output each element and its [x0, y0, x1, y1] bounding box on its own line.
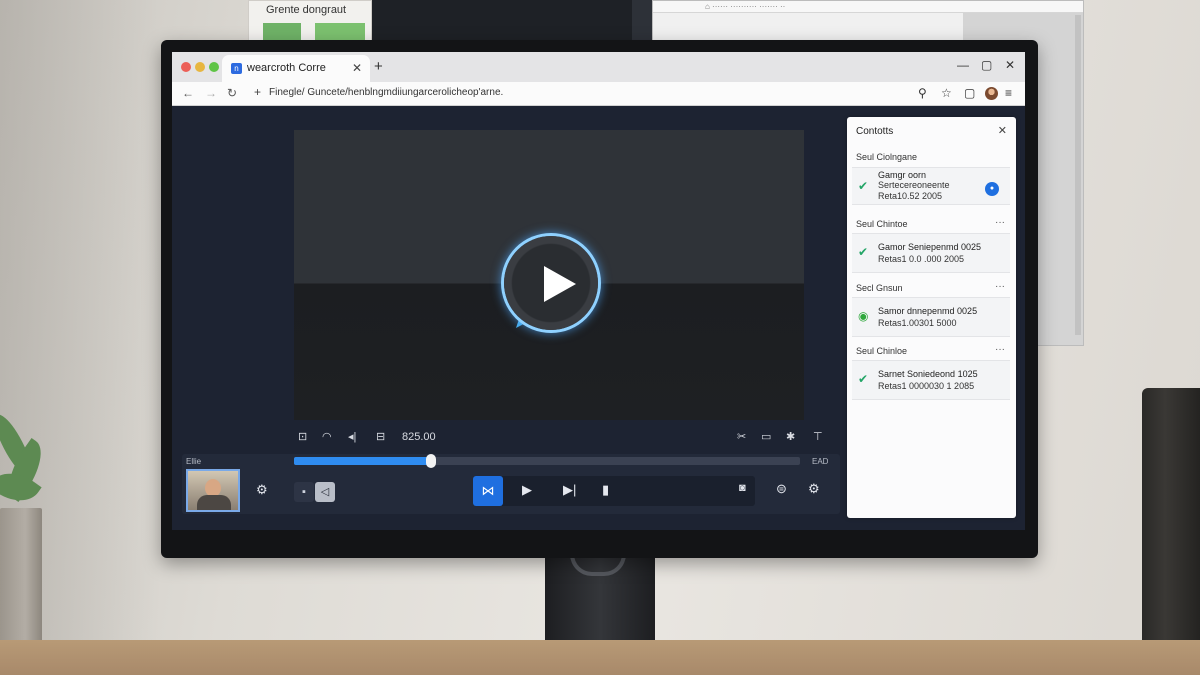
screenshot-icon[interactable]: ▪	[294, 482, 314, 502]
pip-icon[interactable]: ◁	[315, 482, 335, 502]
new-tab-icon[interactable]: +	[374, 58, 383, 75]
item-line: Retas1.00301 5000	[878, 318, 957, 328]
section-heading: Secl Gnsun	[856, 283, 903, 293]
time-display: 825.00	[402, 431, 436, 443]
background-device-edge	[632, 0, 654, 44]
play-icon[interactable]	[544, 266, 576, 302]
next-icon[interactable]: ▶|	[563, 482, 576, 498]
favicon-icon: n	[231, 63, 242, 74]
list-item[interactable]: ✔ Gamor Seniepenmd 0025 Retas1 0.0 .000 …	[852, 233, 1010, 273]
bluetooth-icon[interactable]: ✱	[786, 430, 795, 443]
item-line: Gamgr oorn	[878, 170, 927, 180]
section-heading: Seul Chinloe	[856, 346, 908, 356]
background-window-scrollbar	[1075, 15, 1081, 335]
forward-icon[interactable]: →	[205, 86, 217, 100]
restore-icon[interactable]: ▢	[981, 58, 992, 72]
background-device	[372, 0, 632, 44]
seek-handle[interactable]	[426, 454, 436, 468]
site-info-icon[interactable]: +	[254, 85, 261, 99]
tab-title: wearcroth Corre	[247, 62, 326, 74]
panel-close-icon[interactable]: ✕	[998, 124, 1007, 137]
tab-active[interactable]: n wearcroth Corre ✕	[222, 55, 370, 82]
previous-button[interactable]: ⋈	[473, 476, 503, 506]
pin-icon[interactable]: ⊤	[813, 430, 823, 443]
tab-strip: n wearcroth Corre ✕ + — ▢ ✕	[172, 52, 1025, 82]
player-label-left: Ellie	[186, 457, 202, 466]
desk	[0, 640, 1200, 675]
check-icon: ✔	[858, 372, 869, 386]
maximize-window-dot[interactable]	[209, 62, 219, 72]
close-icon[interactable]: ✕	[1005, 58, 1015, 72]
background-paper-title: Grente dongraut	[266, 4, 347, 16]
address-bar-row: ← → ↻ + Finegle/ Guncete/henblngmdiiunga…	[172, 82, 1025, 106]
section-more-icon[interactable]: ···	[995, 281, 1005, 292]
list-item[interactable]: ✔ Gamgr oorn Sertecereoneente Reta10.52 …	[852, 167, 1010, 205]
caption-icon[interactable]: ⊟	[376, 430, 385, 443]
item-line: Retas1 0.0 .000 2005	[878, 254, 965, 264]
item-line: Sertecereoneente	[878, 180, 950, 190]
playback-group	[473, 476, 755, 506]
video-thumbnail[interactable]	[186, 469, 240, 512]
tab-close-icon[interactable]: ✕	[352, 61, 362, 75]
profile-avatar[interactable]	[985, 87, 998, 100]
video-frame[interactable]	[294, 130, 804, 420]
scissors-icon[interactable]: ✂	[737, 430, 746, 443]
stop-icon[interactable]: ▮	[602, 482, 609, 498]
menu-icon[interactable]: ≡	[1005, 86, 1012, 100]
gear-icon[interactable]: ⚙	[808, 481, 820, 497]
check-icon: ✔	[858, 179, 869, 193]
item-line: Gamor Seniepenmd 0025	[878, 242, 982, 252]
bookmark-star-icon[interactable]: ☆	[941, 86, 952, 100]
section-more-icon[interactable]: ···	[995, 217, 1005, 228]
speaker	[1142, 388, 1200, 666]
plant-pot	[0, 508, 42, 658]
browser-window: n wearcroth Corre ✕ + — ▢ ✕ ← → ↻ + Fine…	[172, 52, 1025, 530]
seek-bar[interactable]	[294, 454, 800, 468]
panel-title: Contotts	[856, 126, 894, 137]
section-heading: Seul Chintoe	[856, 219, 908, 229]
check-icon: ✔	[858, 245, 869, 259]
reload-icon[interactable]: ↻	[227, 86, 237, 100]
close-window-dot[interactable]	[181, 62, 191, 72]
item-line: Reta10.52 2005	[878, 191, 943, 201]
play-small-icon[interactable]: ▶	[522, 482, 532, 498]
list-item[interactable]: ◉ Samor dnnepenmd 0025 Retas1.00301 5000	[852, 297, 1010, 337]
background-window-bar: ⌂ ······ ·········· ······· ··	[653, 1, 1083, 13]
seek-progress	[294, 457, 431, 465]
item-line: Retas1 0000030 1 2085	[878, 381, 975, 391]
minimize-icon[interactable]: —	[957, 58, 969, 72]
section-more-icon[interactable]: ···	[995, 344, 1005, 355]
thumbnail-body	[197, 495, 231, 510]
url-field[interactable]: + Finegle/ Guncete/henblngmdiiungarcerol…	[250, 84, 920, 103]
extensions-icon[interactable]: ▢	[964, 86, 975, 100]
url-text: Finegle/ Guncete/henblngmdiiungarcerolic…	[269, 87, 504, 98]
back-icon[interactable]: ←	[182, 86, 194, 100]
screen-icon[interactable]: ▭	[761, 430, 771, 443]
status-badge-icon: ●	[985, 182, 999, 196]
contents-panel: Contotts ✕ Seul Ciolngane ✔ Gamgr oorn S…	[847, 117, 1016, 518]
volume-icon[interactable]: ◂|	[348, 430, 356, 443]
search-icon[interactable]: ⚲	[918, 86, 927, 100]
section-heading: Seul Ciolngane	[856, 152, 918, 162]
shield-icon[interactable]: ◙	[739, 482, 746, 494]
minimize-window-dot[interactable]	[195, 62, 205, 72]
list-item[interactable]: ✔ Sarnet Soniedeond 1025 Retas1 0000030 …	[852, 360, 1010, 400]
background-paper: Grente dongraut	[248, 0, 372, 45]
check-circle-icon: ◉	[858, 309, 869, 323]
subtitles-icon[interactable]: ⊜	[776, 481, 787, 497]
item-line: Samor dnnepenmd 0025	[878, 306, 978, 316]
item-line: Sarnet Soniedeond 1025	[878, 369, 978, 379]
lock-icon[interactable]: ⊡	[298, 430, 307, 443]
cast-icon[interactable]: ◠	[322, 430, 332, 443]
player-label-right: EAD	[812, 457, 829, 466]
settings-icon[interactable]: ⚙	[256, 482, 268, 498]
